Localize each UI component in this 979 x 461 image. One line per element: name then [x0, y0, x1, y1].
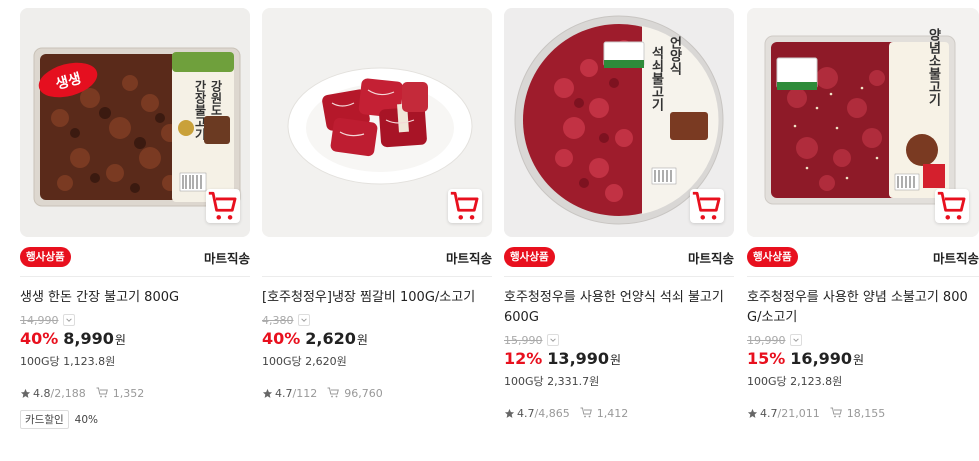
unit-price: 100G당 2,620원 — [262, 355, 347, 368]
product-title[interactable]: 호주청정우를 사용한 양념 소불고기 800G/소고기 — [747, 288, 979, 328]
cart-icon — [692, 191, 721, 220]
sale-price: 2,620 — [305, 329, 356, 348]
event-badge: 행사상품 — [504, 247, 555, 267]
star-icon — [747, 408, 758, 418]
event-badge: 행사상품 — [747, 247, 798, 267]
shipping-label: 마트직송 — [932, 251, 979, 266]
add-to-cart-button[interactable] — [206, 189, 240, 223]
currency-label: 원 — [114, 333, 126, 347]
original-price: 14,990 — [20, 313, 59, 327]
price-info-toggle[interactable] — [297, 314, 310, 326]
svg-text:언양식: 언양식 — [667, 35, 682, 76]
rating: 4.8 — [33, 386, 51, 400]
original-price: 19,990 — [747, 333, 786, 347]
sale-price: 8,990 — [63, 329, 114, 348]
shipping-label: 마트직송 — [203, 251, 250, 266]
chevron-down-icon — [549, 338, 556, 342]
cart-count-icon — [327, 387, 340, 398]
cart-count-icon — [580, 407, 592, 418]
currency-label: 원 — [610, 353, 622, 367]
rating: 4.7 — [517, 406, 535, 420]
cart-count-icon — [96, 387, 108, 398]
product-card[interactable]: 마트직송 [호주청정우]냉장 찜갈비 100G/소고기 4,380 40% 2,… — [262, 8, 492, 401]
review-count[interactable]: 21,011 — [781, 407, 820, 420]
price-info-toggle[interactable] — [546, 334, 559, 346]
review-count[interactable]: 112 — [296, 387, 317, 400]
add-to-cart-button[interactable] — [448, 189, 482, 223]
star-icon — [262, 388, 273, 398]
cart-count: 1,352 — [112, 386, 145, 400]
star-icon — [504, 408, 515, 418]
product-title[interactable]: 생생 한돈 간장 불고기 800G — [20, 288, 250, 308]
chevron-down-icon — [300, 318, 307, 322]
product-image[interactable] — [262, 8, 492, 237]
product-card[interactable]: 언양식 석쇠불고기 행사상품 마트직송 호주청정우를 사용한 언양식 석쇠 불고… — [504, 8, 734, 421]
svg-text:석쇠불고기: 석쇠불고기 — [649, 46, 664, 112]
product-image[interactable]: 양념소불고기 — [747, 8, 979, 237]
review-count[interactable]: 2,188 — [54, 387, 86, 400]
cart-icon — [450, 191, 479, 220]
cart-count: 1,412 — [596, 406, 629, 420]
review-count[interactable]: 4,865 — [538, 407, 570, 420]
discount-rate: 12% — [504, 349, 543, 368]
star-icon — [20, 388, 31, 398]
sale-price: 16,990 — [790, 349, 853, 368]
product-card[interactable]: 양념소불고기 행사상품 마트직송 호주청정우를 사용한 양념 소불고기 800G… — [747, 8, 979, 421]
currency-label: 원 — [356, 333, 368, 347]
cart-count-icon — [830, 407, 842, 418]
shipping-label: 마트직송 — [445, 251, 492, 266]
add-to-cart-button[interactable] — [935, 189, 969, 223]
sale-price: 13,990 — [547, 349, 610, 368]
card-discount-tag: 카드할인 — [20, 410, 69, 429]
svg-text:양념소불고기: 양념소불고기 — [926, 28, 941, 107]
discount-rate: 15% — [747, 349, 786, 368]
product-card[interactable]: 생생 강원도돼지 간장불고기 행사상품 마트직송 생생 한돈 간장 불고기 80… — [20, 8, 250, 429]
product-title[interactable]: [호주청정우]냉장 찜갈비 100G/소고기 — [262, 288, 492, 308]
cart-icon — [937, 191, 966, 220]
product-title[interactable]: 호주청정우를 사용한 언양식 석쇠 불고기 600G — [504, 288, 734, 328]
currency-label: 원 — [853, 353, 865, 367]
price-info-toggle[interactable] — [789, 334, 802, 346]
chevron-down-icon — [65, 318, 72, 322]
product-image[interactable]: 언양식 석쇠불고기 — [504, 8, 734, 237]
cart-count: 18,155 — [846, 406, 886, 420]
chevron-down-icon — [792, 338, 799, 342]
original-price: 4,380 — [262, 313, 294, 327]
rating: 4.7 — [760, 406, 778, 420]
price-info-toggle[interactable] — [62, 314, 75, 326]
original-price: 15,990 — [504, 333, 543, 347]
card-discount-rate: 40% — [74, 413, 98, 426]
shipping-label: 마트직송 — [687, 251, 734, 266]
discount-rate: 40% — [20, 329, 59, 348]
discount-rate: 40% — [262, 329, 301, 348]
rating: 4.7 — [275, 386, 293, 400]
unit-price: 100G당 2,123.8원 — [747, 375, 843, 388]
cart-count: 96,760 — [344, 386, 383, 400]
product-image[interactable]: 생생 강원도돼지 간장불고기 — [20, 8, 250, 237]
event-badge: 행사상품 — [20, 247, 71, 267]
cart-icon — [208, 191, 237, 220]
unit-price: 100G당 2,331.7원 — [504, 375, 600, 388]
unit-price: 100G당 1,123.8원 — [20, 355, 116, 368]
add-to-cart-button[interactable] — [690, 189, 724, 223]
